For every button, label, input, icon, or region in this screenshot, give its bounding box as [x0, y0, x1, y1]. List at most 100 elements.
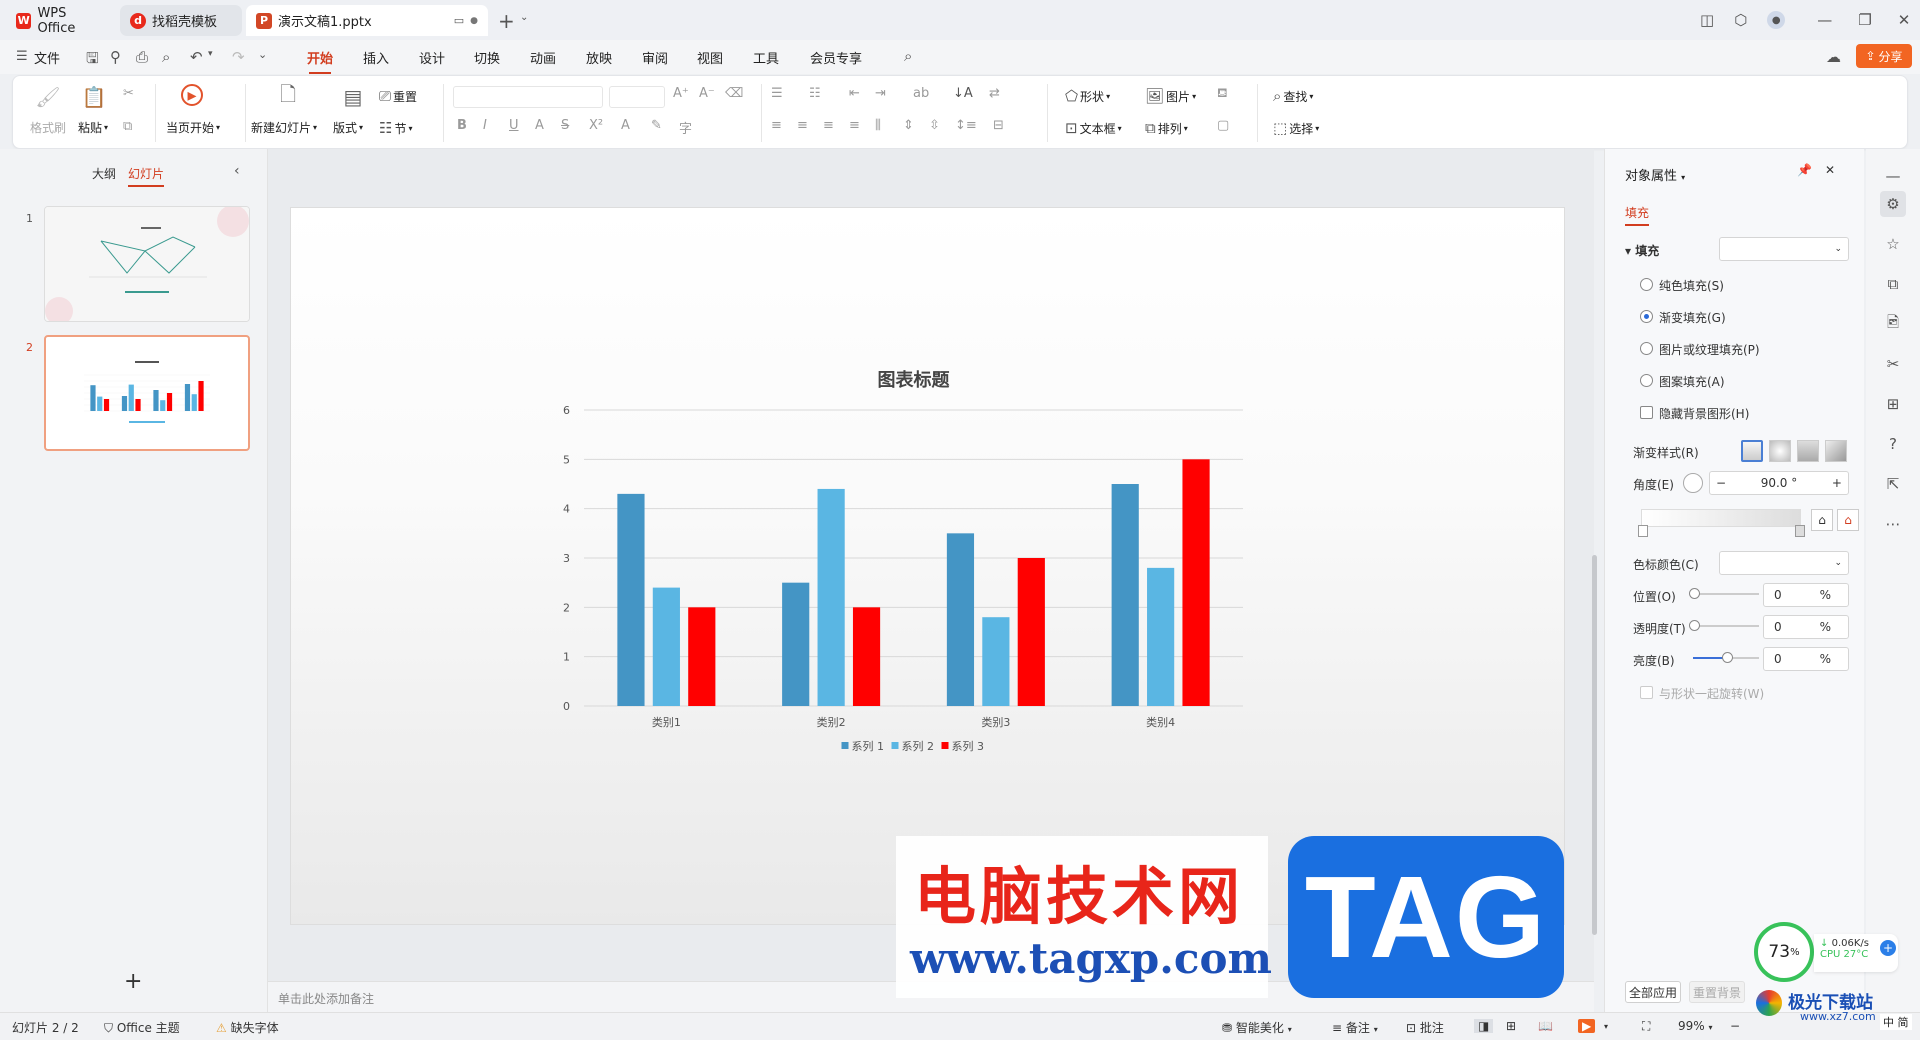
solid-fill-radio[interactable]	[1640, 278, 1653, 291]
pin-icon[interactable]: 📌	[1797, 163, 1812, 177]
picture-fill-radio[interactable]	[1640, 342, 1653, 355]
star-icon[interactable]: ☆	[1880, 231, 1906, 257]
format-painter-button[interactable]: 格式刷	[30, 119, 66, 136]
reset-bg-button[interactable]: 重置背景	[1689, 981, 1745, 1003]
font-color-icon[interactable]: A	[621, 118, 630, 133]
more-chevron-icon[interactable]: ⌄	[258, 48, 267, 61]
menu-review[interactable]: 审阅	[642, 48, 668, 67]
fill-icon[interactable]: ⛾	[1217, 86, 1228, 103]
brightness-slider-thumb[interactable]	[1722, 652, 1733, 663]
angle-dial[interactable]	[1683, 473, 1703, 493]
gradient-style-rect[interactable]	[1797, 440, 1819, 462]
hide-bg-checkbox[interactable]	[1640, 406, 1653, 419]
monitor-icon[interactable]: ▭	[454, 14, 464, 27]
link-icon[interactable]: ⚲	[110, 48, 121, 66]
menu-member[interactable]: 会员专享	[810, 48, 862, 67]
vertical-scrollbar[interactable]	[1590, 155, 1598, 975]
section-button[interactable]: ☷ 节 ▾	[379, 119, 412, 137]
format-painter-icon[interactable]: 🖌	[35, 84, 61, 110]
more-icon[interactable]: ⋯	[1880, 511, 1906, 537]
numbering-icon[interactable]: ☷	[809, 86, 821, 101]
play-current-button[interactable]: 当页开始 ▾	[166, 119, 220, 136]
highlight-icon[interactable]: ✎	[651, 118, 662, 133]
shape-button[interactable]: ⬠ 形状 ▾	[1065, 87, 1110, 105]
text-direction-icon[interactable]: ab	[913, 86, 929, 101]
paste-button[interactable]: 粘贴 ▾	[78, 119, 108, 136]
copy-icon[interactable]: ⧉	[123, 119, 132, 134]
gradient-style-path[interactable]	[1825, 440, 1847, 462]
menu-tools[interactable]: 工具	[753, 48, 779, 67]
gradient-stop-right[interactable]	[1795, 525, 1805, 537]
outline-icon[interactable]: ▢	[1217, 118, 1229, 133]
undo-dropdown-icon[interactable]: ▾	[208, 49, 213, 59]
slide-thumbnail-1[interactable]	[44, 206, 250, 322]
reading-view-icon[interactable]: 📖	[1538, 1019, 1553, 1033]
tab-wps-office[interactable]: W WPS Office	[6, 5, 116, 36]
tab-slides[interactable]: 幻灯片	[128, 165, 165, 187]
boost-icon[interactable]: +	[1880, 940, 1896, 956]
apply-all-button[interactable]: 全部应用	[1625, 981, 1681, 1003]
bar-chart[interactable]: 图表标题 0 1 2 3 4 5 6 类别1 类别2 类别3 类别4 系列 1 系列 2 系列 3	[291, 208, 1564, 924]
copy-style-icon[interactable]: ⧉	[1880, 271, 1906, 297]
columns-icon[interactable]: ⇳	[929, 118, 940, 133]
angle-input[interactable]: −90.0 ° +	[1709, 471, 1849, 495]
char-spacing-icon[interactable]: 字	[679, 118, 692, 137]
close-panel-icon[interactable]: ✕	[1825, 163, 1835, 177]
rotate-with-shape-checkbox[interactable]	[1640, 686, 1653, 699]
remove-stop-icon[interactable]: ⌂	[1837, 509, 1859, 531]
tab-outline[interactable]: 大纲	[92, 165, 116, 182]
layout-icon[interactable]: ▤	[340, 84, 366, 110]
bullets-icon[interactable]: ☰	[771, 86, 783, 101]
gradient-style-radial[interactable]	[1769, 440, 1791, 462]
superscript-icon[interactable]: X²	[589, 118, 603, 133]
avatar[interactable]: ●	[1767, 11, 1786, 29]
position-slider-thumb[interactable]	[1689, 588, 1700, 599]
save-icon[interactable]: 🖫	[86, 48, 99, 73]
image-edit-icon[interactable]: 🖻	[1880, 311, 1906, 337]
normal-view-icon[interactable]: ◨	[1474, 1019, 1494, 1033]
tab-presentation[interactable]: P 演示文稿1.pptx ▭ ●	[246, 5, 488, 36]
memory-gauge[interactable]: 73%	[1754, 922, 1814, 982]
hamburger-icon[interactable]: ☰	[16, 49, 28, 64]
close-window-icon[interactable]: ✕	[1898, 11, 1911, 29]
menu-animation[interactable]: 动画	[530, 48, 556, 67]
notes-toggle[interactable]: ≡ 备注 ▾	[1332, 1019, 1378, 1036]
print-preview-icon[interactable]: ⌕	[162, 48, 170, 66]
position-input[interactable]: 0%	[1763, 583, 1849, 607]
collapse-panel-icon[interactable]: ‹	[234, 163, 240, 179]
unsaved-dot-icon[interactable]: ●	[470, 16, 478, 26]
book-icon[interactable]: ⊞	[1880, 391, 1906, 417]
transparency-slider[interactable]	[1693, 625, 1759, 627]
layout-icon[interactable]: ◫	[1700, 11, 1714, 29]
transparency-input[interactable]: 0%	[1763, 615, 1849, 639]
italic-icon[interactable]: I	[483, 118, 487, 133]
convert-icon[interactable]: ⇄	[989, 86, 1000, 101]
textbox-button[interactable]: ⊡ 文本框 ▾	[1065, 119, 1122, 137]
gradient-stop-left[interactable]	[1638, 525, 1648, 537]
search-icon[interactable]: ⌕	[904, 47, 912, 65]
add-slide-button[interactable]: +	[124, 969, 142, 994]
menu-file[interactable]: 文件	[34, 48, 60, 67]
line-spacing-icon[interactable]: ↕≡	[955, 118, 977, 133]
menu-home[interactable]: 开始	[307, 48, 333, 74]
menu-design[interactable]: 设计	[419, 48, 445, 67]
new-slide-icon[interactable]: 🗋	[275, 82, 301, 110]
paste-icon[interactable]: 📋	[81, 84, 107, 110]
justify-icon[interactable]: ≡	[849, 118, 860, 133]
gradient-style-linear[interactable]	[1741, 440, 1763, 462]
picture-button[interactable]: 🖼 图片 ▾	[1145, 87, 1196, 105]
play-slideshow-icon[interactable]: ▶	[1578, 1019, 1596, 1033]
reset-button[interactable]: ⎚ 重置	[379, 87, 417, 105]
fill-section[interactable]: ▾ 填充	[1625, 242, 1659, 259]
grow-font-icon[interactable]: A⁺	[673, 86, 689, 101]
print-icon[interactable]: ⎙	[136, 48, 148, 66]
cut-icon[interactable]: ✂	[123, 86, 134, 101]
undo-icon[interactable]: ↶	[190, 48, 203, 66]
theme-button[interactable]: ⛉ Office 主题	[104, 1019, 180, 1036]
brightness-input[interactable]: 0%	[1763, 647, 1849, 671]
gradient-bar[interactable]	[1641, 509, 1801, 527]
outdent-icon[interactable]: ⇤	[849, 86, 860, 101]
redo-icon[interactable]: ↷	[232, 48, 245, 66]
valign-icon[interactable]: ⇕	[903, 118, 914, 133]
minimize-icon[interactable]: —	[1817, 11, 1832, 29]
